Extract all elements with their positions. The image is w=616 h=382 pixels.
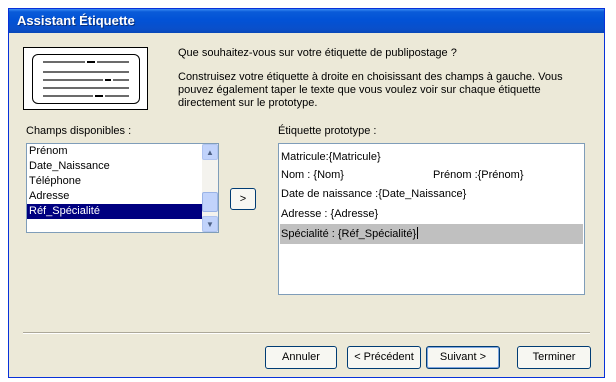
finish-button[interactable]: Terminer — [517, 346, 591, 369]
prototype-label: Étiquette prototype : — [278, 125, 377, 137]
list-item[interactable]: Date_Naissance — [27, 159, 218, 174]
text-caret — [417, 227, 419, 239]
title-bar[interactable]: Assistant Étiquette — [9, 9, 604, 33]
prototype-line-adresse: Adresse : {Adresse} — [281, 208, 379, 220]
prototype-line-prenom: Prénom :{Prénom} — [433, 169, 524, 181]
fields-scrollbar[interactable]: ▲ ▼ — [202, 144, 218, 232]
list-item[interactable]: Adresse — [27, 189, 218, 204]
fields-listbox[interactable]: Prénom Date_Naissance Téléphone Adresse … — [26, 143, 219, 233]
intro-question: Que souhaitez-vous sur votre étiquette d… — [178, 47, 457, 59]
add-field-button[interactable]: > — [230, 188, 256, 210]
cancel-button[interactable]: Annuler — [265, 346, 337, 369]
wizard-window: Assistant Étiquette Que souhaitez-vous s… — [8, 8, 605, 378]
intro-instruction-line2: pouvez également taper le texte que vous… — [178, 84, 541, 96]
label-illustration — [23, 47, 148, 110]
label-card-icon — [32, 54, 140, 104]
prototype-line-specialite: Spécialité : {Réf_Spécialité} — [280, 224, 583, 244]
button-separator — [23, 332, 590, 334]
intro-instruction-line3: directement sur le prototype. — [178, 97, 318, 109]
prototype-line-nom: Nom : {Nom} — [281, 169, 344, 181]
prototype-line-naissance: Date de naissance :{Date_Naissance} — [281, 188, 467, 200]
window-title: Assistant Étiquette — [17, 13, 135, 28]
list-item-selected[interactable]: Réf_Spécialité — [27, 204, 218, 219]
scroll-down-icon[interactable]: ▼ — [202, 216, 218, 232]
scroll-up-icon[interactable]: ▲ — [202, 144, 218, 160]
next-button[interactable]: Suivant > — [426, 346, 500, 369]
scroll-thumb[interactable] — [202, 192, 218, 212]
prototype-line-specialite-text: Spécialité : {Réf_Spécialité} — [281, 228, 417, 240]
prototype-line-matricule: Matricule:{Matricule} — [281, 151, 381, 163]
fields-label: Champs disponibles : — [26, 125, 132, 137]
list-item[interactable]: Téléphone — [27, 174, 218, 189]
list-item[interactable]: Prénom — [27, 144, 218, 159]
prototype-editor[interactable]: Matricule:{Matricule} Nom : {Nom} Prénom… — [278, 143, 585, 295]
intro-instruction-line1: Construisez votre étiquette à droite en … — [178, 71, 563, 83]
previous-button[interactable]: < Précédent — [347, 346, 421, 369]
